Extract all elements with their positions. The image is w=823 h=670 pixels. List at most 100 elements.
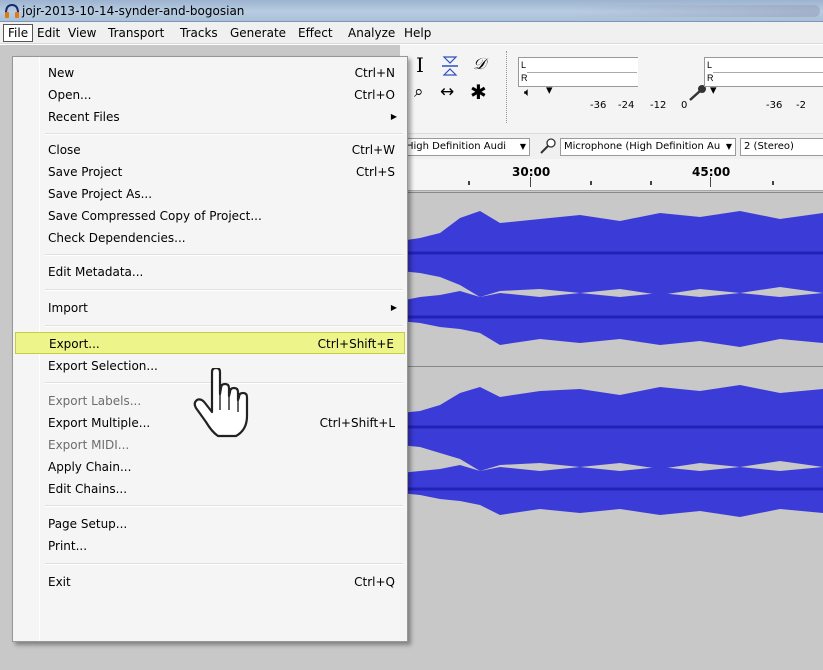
- selection-tool-icon[interactable]: I: [416, 53, 424, 77]
- menu-item-label: Save Project As...: [48, 187, 153, 201]
- submenu-arrow-icon: ▶: [390, 303, 397, 312]
- meter-tick: 0: [681, 100, 688, 111]
- menu-item-close[interactable]: Close Ctrl+W: [15, 139, 405, 161]
- menu-analyze[interactable]: Analyze: [344, 24, 399, 42]
- envelope-tool-icon[interactable]: [440, 55, 460, 77]
- meter-right-label: R: [521, 73, 528, 83]
- menu-separator: [45, 563, 403, 565]
- draw-tool-icon[interactable]: 𝒟: [473, 54, 486, 74]
- waveform: [400, 193, 823, 361]
- speaker-icon: 🔈︎: [524, 85, 532, 99]
- menu-separator: [45, 505, 403, 507]
- menu-item-label: Exit: [48, 575, 71, 589]
- menu-item-label: Apply Chain...: [48, 460, 132, 474]
- menu-item-recent-files[interactable]: Recent Files ▶: [15, 106, 405, 128]
- menu-item-label: Print...: [48, 539, 88, 553]
- meter-tick: -24: [618, 100, 635, 111]
- meter-tick: -36: [766, 100, 783, 111]
- toolbar-grip: [506, 51, 510, 123]
- menu-item-shortcut: Ctrl+Shift+L: [319, 416, 395, 430]
- menu-transport[interactable]: Transport: [104, 24, 168, 42]
- menu-item-label: Page Setup...: [48, 517, 128, 531]
- meter-left-label: L: [707, 60, 713, 70]
- menu-separator: [45, 133, 403, 135]
- title-bar: jojr-2013-10-14-synder-and-bogosian: [0, 0, 823, 22]
- hand-cursor-icon: [193, 368, 249, 438]
- menu-item-apply-chain[interactable]: Apply Chain...: [15, 456, 405, 478]
- menu-edit[interactable]: Edit: [33, 24, 64, 42]
- menu-item-new[interactable]: New Ctrl+N: [15, 62, 405, 84]
- menu-item-save-project-as[interactable]: Save Project As...: [15, 183, 405, 205]
- menu-item-label: Export MIDI...: [48, 438, 130, 452]
- timeline-label: 45:00: [692, 165, 731, 179]
- meter-tick: -2: [796, 100, 806, 111]
- meter-left-label: L: [521, 60, 527, 70]
- menu-item-edit-metadata[interactable]: Edit Metadata...: [15, 261, 405, 283]
- playback-device-value: High Definition Audi: [406, 141, 507, 152]
- menu-item-export[interactable]: Export... Ctrl+Shift+E: [15, 332, 405, 354]
- playback-meter[interactable]: L R: [518, 57, 638, 87]
- menu-item-save-project[interactable]: Save Project Ctrl+S: [15, 161, 405, 183]
- menu-item-save-compressed-copy[interactable]: Save Compressed Copy of Project...: [15, 205, 405, 227]
- record-device-value: Microphone (High Definition Au: [564, 141, 721, 152]
- headphones-icon: [5, 3, 19, 18]
- zoom-tool-icon[interactable]: ⌕: [414, 82, 424, 102]
- menu-item-label: Open...: [48, 88, 92, 102]
- file-menu-dropdown: New Ctrl+N Open... Ctrl+O Recent Files ▶…: [12, 56, 408, 642]
- device-toolbar: High Definition Audi ▼ Microphone (High D…: [400, 133, 823, 159]
- menu-item-edit-chains[interactable]: Edit Chains...: [15, 478, 405, 500]
- menu-item-shortcut: Ctrl+N: [354, 66, 395, 80]
- meter-tick: -36: [590, 100, 607, 111]
- menu-item-label: Save Project: [48, 165, 123, 179]
- menu-item-shortcut: Ctrl+Q: [354, 575, 395, 589]
- menu-item-label: Export Selection...: [48, 359, 158, 373]
- record-meter[interactable]: L R: [704, 57, 823, 87]
- menu-bar: File Edit View Transport Tracks Generate…: [0, 22, 823, 44]
- menu-item-label: Export Multiple...: [48, 416, 151, 430]
- timeline-ruler[interactable]: 30:00 45:00: [400, 159, 823, 191]
- submenu-arrow-icon: ▶: [390, 112, 397, 121]
- menu-item-label: Export...: [49, 337, 100, 351]
- menu-effect[interactable]: Effect: [294, 24, 337, 42]
- menu-help[interactable]: Help: [400, 24, 435, 42]
- menu-item-print[interactable]: Print...: [15, 535, 405, 557]
- window-title: jojr-2013-10-14-synder-and-bogosian: [22, 4, 245, 18]
- menu-item-import[interactable]: Import ▶: [15, 297, 405, 319]
- multi-tool-icon[interactable]: ✱: [470, 80, 487, 104]
- menu-tracks[interactable]: Tracks: [176, 24, 222, 42]
- menu-item-exit[interactable]: Exit Ctrl+Q: [15, 571, 405, 593]
- channels-value: 2 (Stereo): [744, 141, 794, 152]
- meter-tick: -12: [650, 100, 667, 111]
- timeline-label: 30:00: [512, 165, 551, 179]
- menu-file[interactable]: File: [3, 24, 34, 42]
- audio-track-2[interactable]: [400, 366, 823, 535]
- title-bar-blurred-area: [570, 5, 820, 17]
- menu-item-check-dependencies[interactable]: Check Dependencies...: [15, 227, 405, 249]
- menu-view[interactable]: View: [64, 24, 100, 42]
- menu-item-page-setup[interactable]: Page Setup...: [15, 513, 405, 535]
- menu-item-label: Edit Metadata...: [48, 265, 144, 279]
- menu-item-label: Export Labels...: [48, 394, 142, 408]
- record-device-select[interactable]: Microphone (High Definition Au ▼: [560, 138, 736, 156]
- menu-item-shortcut: Ctrl+Shift+E: [317, 337, 394, 351]
- menu-separator: [45, 289, 403, 291]
- channels-select[interactable]: 2 (Stereo): [740, 138, 823, 156]
- menu-item-shortcut: Ctrl+O: [354, 88, 395, 102]
- timeshift-tool-icon[interactable]: ↔: [440, 82, 454, 102]
- menu-item-label: Save Compressed Copy of Project...: [48, 209, 262, 223]
- menu-item-open[interactable]: Open... Ctrl+O: [15, 84, 405, 106]
- menu-item-label: Recent Files: [48, 110, 120, 124]
- meter-right-label: R: [707, 73, 714, 83]
- menu-separator: [45, 325, 403, 327]
- menu-item-label: Import: [48, 301, 88, 315]
- audio-track-1[interactable]: [400, 192, 823, 361]
- menu-separator: [45, 254, 403, 256]
- menu-item-label: New: [48, 66, 75, 80]
- menu-item-label: Close: [48, 143, 81, 157]
- menu-item-shortcut: Ctrl+S: [355, 165, 395, 179]
- menu-item-shortcut: Ctrl+W: [351, 143, 395, 157]
- menu-generate[interactable]: Generate: [226, 24, 290, 42]
- waveform: [400, 367, 823, 535]
- playback-device-select[interactable]: High Definition Audi ▼: [402, 138, 530, 156]
- microphone-icon: [540, 138, 556, 154]
